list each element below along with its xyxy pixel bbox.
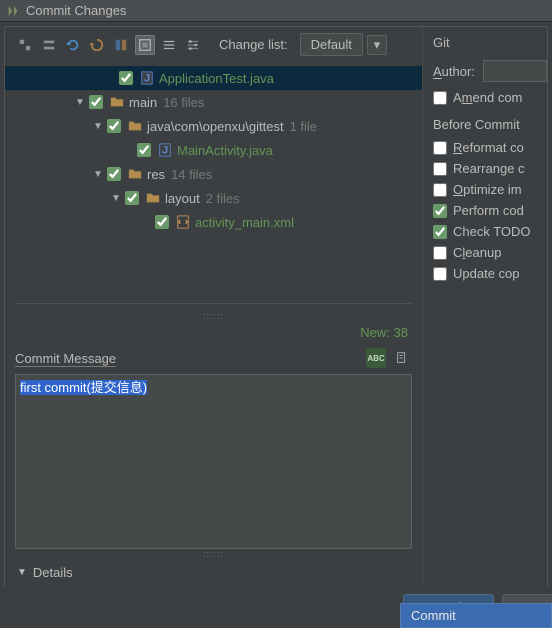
before-commit-checkbox[interactable] bbox=[433, 183, 447, 197]
tree-checkbox[interactable] bbox=[137, 143, 151, 157]
tree-checkbox[interactable] bbox=[107, 167, 121, 181]
spellcheck-icon[interactable]: ABC bbox=[366, 348, 386, 368]
tree-row[interactable]: ▼ layout 2 files bbox=[5, 186, 422, 210]
author-label: Author: bbox=[433, 64, 475, 79]
before-commit-checkbox[interactable] bbox=[433, 267, 447, 281]
tree-count: 1 file bbox=[290, 119, 317, 134]
folder-icon bbox=[127, 118, 143, 134]
tree-checkbox[interactable] bbox=[89, 95, 103, 109]
tree-row[interactable]: ▼ res 14 files bbox=[5, 162, 422, 186]
app-icon bbox=[6, 4, 20, 18]
splitter-top[interactable]: :::::: bbox=[5, 313, 422, 321]
settings-icon[interactable] bbox=[183, 35, 203, 55]
tree-row[interactable]: ▼ java\com\openxu\gittest 1 file bbox=[5, 114, 422, 138]
before-commit-label: Check TODO bbox=[453, 224, 531, 239]
before-commit-label: Perform cod bbox=[453, 203, 524, 218]
toolbar: Change list: Default ▾ bbox=[5, 27, 422, 62]
tree-arrow-icon[interactable]: ▼ bbox=[93, 121, 103, 132]
tree-checkbox[interactable] bbox=[155, 215, 169, 229]
java-icon: J bbox=[139, 70, 155, 86]
chevron-down-icon: ▼ bbox=[17, 567, 27, 578]
flatten-icon[interactable] bbox=[159, 35, 179, 55]
tree-row[interactable]: J MainActivity.java bbox=[5, 138, 422, 162]
tree-checkbox[interactable] bbox=[119, 71, 133, 85]
java-icon: J bbox=[157, 142, 173, 158]
tree-checkbox[interactable] bbox=[107, 119, 121, 133]
changes-tree[interactable]: J ApplicationTest.java ▼ main 16 files ▼ java\… bbox=[5, 62, 422, 303]
before-commit-label: Cleanup bbox=[453, 245, 501, 260]
tree-row[interactable]: J ApplicationTest.java bbox=[5, 66, 422, 90]
tree-arrow-icon[interactable]: ▼ bbox=[75, 97, 85, 108]
change-list-value: Default bbox=[311, 37, 352, 52]
tree-label: main bbox=[129, 95, 157, 110]
before-commit-label: Before Commit bbox=[433, 117, 547, 132]
folder-icon bbox=[127, 166, 143, 182]
tree-label: java\com\openxu\gittest bbox=[147, 119, 284, 134]
splitter-bottom[interactable]: :::::: bbox=[5, 551, 422, 559]
refresh-icon[interactable] bbox=[63, 35, 83, 55]
tree-arrow-icon[interactable]: ▼ bbox=[93, 169, 103, 180]
tree-row[interactable]: activity_main.xml bbox=[5, 210, 422, 234]
group-icon[interactable] bbox=[135, 35, 155, 55]
window-title: Commit Changes bbox=[26, 3, 126, 18]
folder-icon bbox=[109, 94, 125, 110]
history-icon[interactable] bbox=[392, 348, 412, 368]
folder-icon bbox=[145, 190, 161, 206]
amend-checkbox[interactable] bbox=[433, 91, 447, 105]
tree-label: res bbox=[147, 167, 165, 182]
tree-row[interactable]: ▼ main 16 files bbox=[5, 90, 422, 114]
before-commit-label: Rearrange c bbox=[453, 161, 525, 176]
details-toggle[interactable]: ▼ Details bbox=[5, 559, 422, 586]
before-commit-checkbox[interactable] bbox=[433, 141, 447, 155]
tree-label: activity_main.xml bbox=[195, 215, 294, 230]
amend-label: Amend com bbox=[453, 90, 522, 105]
window-titlebar: Commit Changes bbox=[0, 0, 552, 22]
expand-all-icon[interactable] bbox=[15, 35, 35, 55]
svg-text:J: J bbox=[144, 73, 150, 85]
before-commit-label: Optimize im bbox=[453, 182, 522, 197]
new-files-count: New: 38 bbox=[5, 321, 422, 344]
tree-count: 16 files bbox=[163, 95, 204, 110]
tree-count: 14 files bbox=[171, 167, 212, 182]
before-commit-checkbox[interactable] bbox=[433, 204, 447, 218]
before-commit-checkbox[interactable] bbox=[433, 162, 447, 176]
tree-label: ApplicationTest.java bbox=[159, 71, 274, 86]
change-list-chevron-icon[interactable]: ▾ bbox=[367, 35, 387, 55]
revert-icon[interactable] bbox=[87, 35, 107, 55]
commit-dropdown-menu: Commit bbox=[400, 603, 552, 628]
before-commit-label: Reformat co bbox=[453, 140, 524, 155]
commit-message-label: Commit Message bbox=[15, 351, 116, 366]
change-list-dropdown[interactable]: Default bbox=[300, 33, 363, 56]
tree-checkbox[interactable] bbox=[125, 191, 139, 205]
commit-dropdown-item[interactable]: Commit bbox=[401, 604, 551, 627]
before-commit-checkbox[interactable] bbox=[433, 246, 447, 260]
change-list-label: Change list: bbox=[219, 37, 288, 52]
tree-label: MainActivity.java bbox=[177, 143, 273, 158]
before-commit-label: Update cop bbox=[453, 266, 520, 281]
details-label: Details bbox=[33, 565, 73, 580]
commit-message-input[interactable]: first commit(提交信息) bbox=[15, 374, 412, 549]
vcs-title: Git bbox=[433, 35, 547, 50]
xml-icon bbox=[175, 214, 191, 230]
tree-arrow-icon[interactable]: ▼ bbox=[111, 193, 121, 204]
author-input[interactable] bbox=[483, 60, 547, 82]
tree-label: layout bbox=[165, 191, 200, 206]
tree-count: 2 files bbox=[206, 191, 240, 206]
svg-text:J: J bbox=[162, 145, 168, 157]
diff-icon[interactable] bbox=[111, 35, 131, 55]
collapse-all-icon[interactable] bbox=[39, 35, 59, 55]
before-commit-checkbox[interactable] bbox=[433, 225, 447, 239]
commit-message-text: first commit(提交信息) bbox=[20, 380, 147, 395]
